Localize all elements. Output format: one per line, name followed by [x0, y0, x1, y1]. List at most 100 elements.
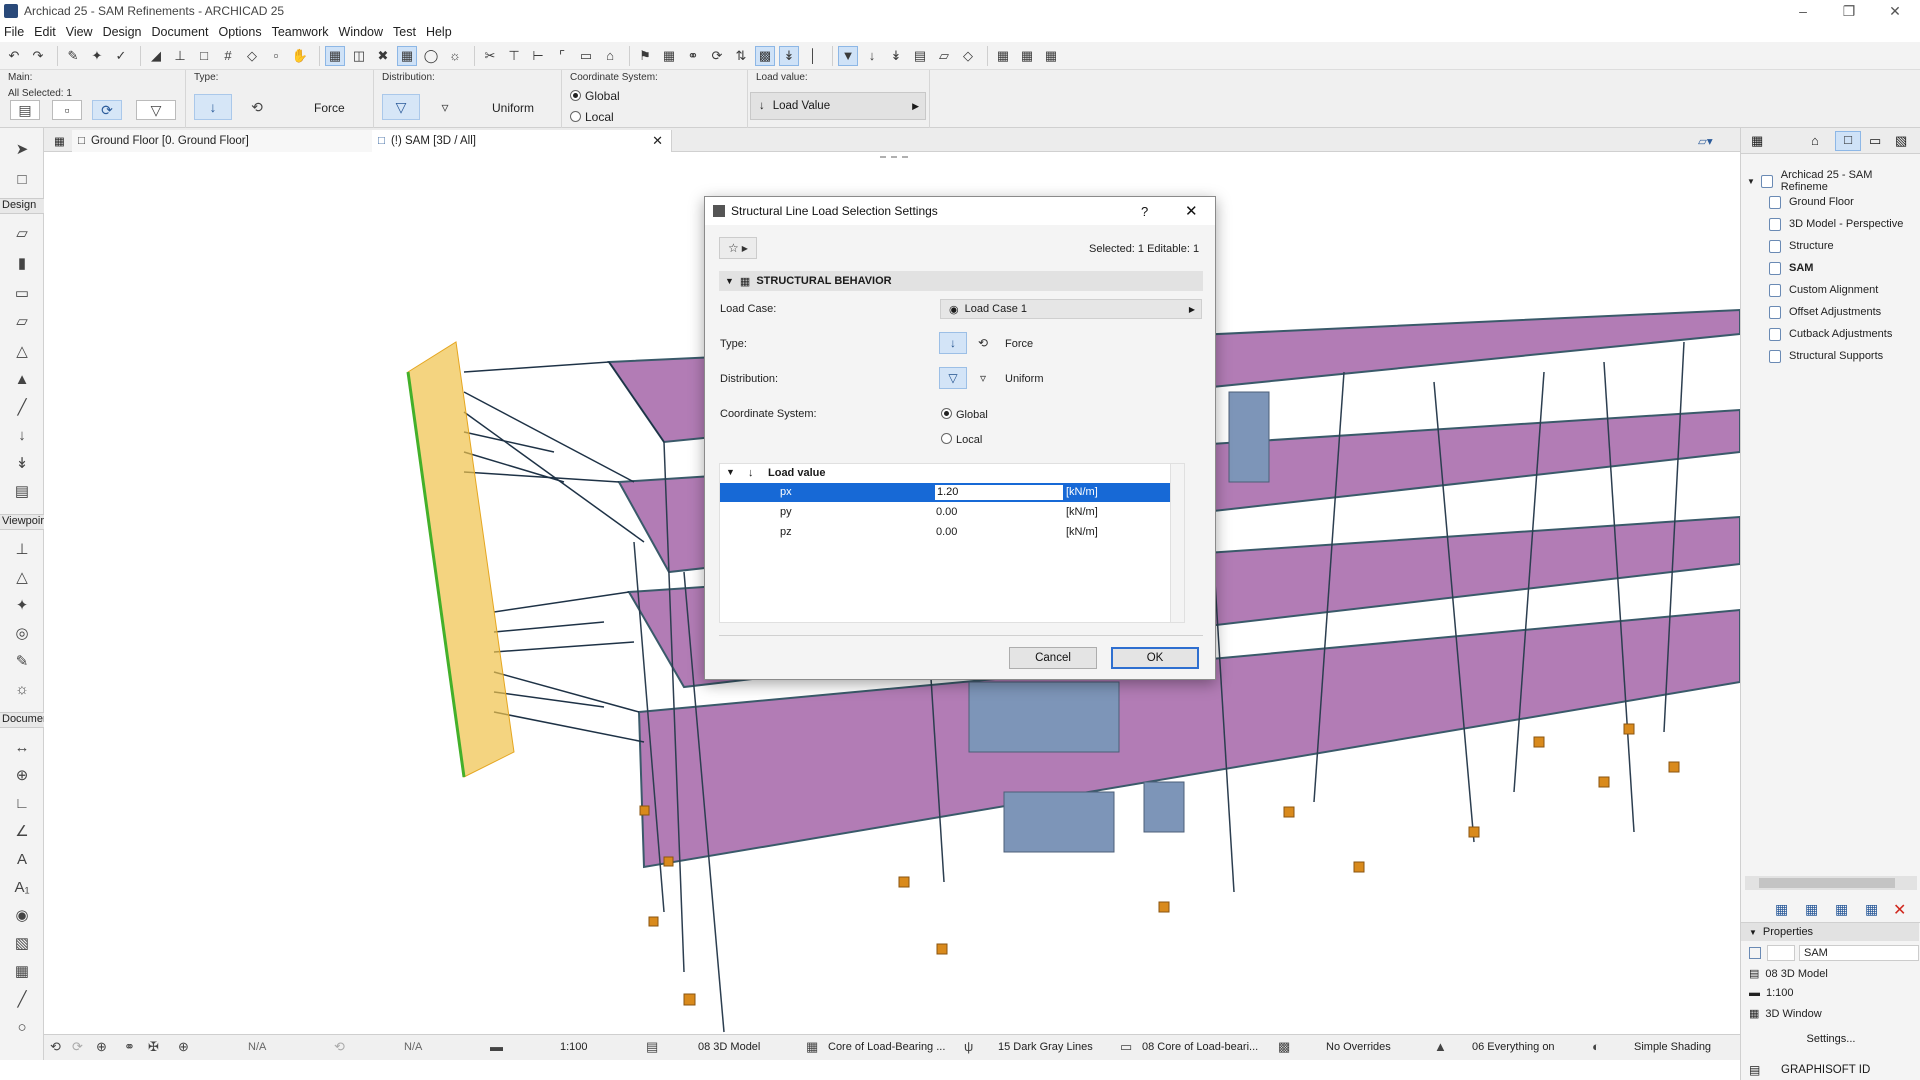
layer-selector-icon[interactable]: ▤	[10, 100, 40, 120]
layers-icon[interactable]: □	[194, 46, 214, 66]
menu-edit[interactable]: Edit	[34, 25, 56, 39]
rotate-view-icon[interactable]: ⟲	[50, 1039, 61, 1055]
angle-dimension-icon[interactable]: ∠	[10, 820, 34, 842]
roof-tool-icon[interactable]: △	[10, 340, 34, 362]
pick-up-icon[interactable]: ✎	[63, 46, 83, 66]
nav-item-sam[interactable]: SAM	[1769, 259, 1813, 277]
surface-load-tool-icon[interactable]: ▤	[10, 480, 34, 502]
view-name-field[interactable]: SAM	[1799, 945, 1919, 961]
marquee-icon[interactable]: ▫	[266, 46, 286, 66]
tab-sam-3d[interactable]: □ (!) SAM [3D / All] ✕	[372, 130, 672, 152]
graphic-overrides[interactable]: No Overrides	[1326, 1041, 1391, 1053]
project-map-icon[interactable]: ⌂	[1811, 133, 1819, 148]
dimension-tool-icon[interactable]: ↔	[10, 736, 34, 758]
flag-icon[interactable]: ⚑	[635, 46, 655, 66]
section-icon[interactable]: ◫	[349, 46, 369, 66]
layout-icon[interactable]: ▦	[1041, 46, 1061, 66]
hatch-tool-icon[interactable]: ▦	[10, 960, 34, 982]
support-icon[interactable]: ▼	[838, 45, 858, 66]
linear-distribution-icon[interactable]: ▿	[426, 94, 464, 120]
nav-item-3d-model[interactable]: 3D Model - Perspective	[1769, 215, 1903, 233]
nav-item-custom-alignment[interactable]: Custom Alignment	[1769, 281, 1878, 299]
adjust-icon[interactable]: ⊢	[528, 46, 548, 66]
structural-behavior-header[interactable]: ▼ ▦ STRUCTURAL BEHAVIOR	[719, 271, 1203, 291]
menu-teamwork[interactable]: Teamwork	[272, 25, 329, 39]
uniform-distribution-button[interactable]: ▽	[939, 367, 967, 389]
line-load-tool-icon[interactable]: ↡	[10, 452, 34, 474]
py-value[interactable]: 0.00	[936, 506, 957, 518]
pz-value[interactable]: 0.00	[936, 526, 957, 538]
table-row-py[interactable]: py 0.00 [kN/m]	[720, 503, 1184, 522]
navigator-root[interactable]: ▼ Archicad 25 - SAM Refineme	[1747, 169, 1920, 193]
trim-icon[interactable]: ✂	[480, 46, 500, 66]
link-icon[interactable]: ⚭	[683, 46, 703, 66]
cancel-button[interactable]: Cancel	[1009, 647, 1097, 669]
renovation-filter[interactable]: 06 Everything on	[1472, 1041, 1555, 1053]
line-draw-tool-icon[interactable]: ╱	[10, 988, 34, 1010]
navigator-options-icon[interactable]: ▦	[1751, 133, 1763, 149]
local-radio[interactable]: Local	[570, 110, 614, 124]
fillet-icon[interactable]: ⌜	[552, 46, 572, 66]
view-map-icon[interactable]: □	[1835, 131, 1861, 151]
layers-icon[interactable]: ▤	[646, 1039, 658, 1055]
table-scrollbar[interactable]	[1170, 464, 1184, 622]
properties-scale-row[interactable]: ▬ 1:100	[1749, 987, 1794, 999]
model-view-options[interactable]: 08 Core of Load-beari...	[1142, 1041, 1258, 1053]
ok-button[interactable]: OK	[1111, 647, 1199, 669]
elevation-icon[interactable]: ✖	[373, 46, 393, 66]
menu-window[interactable]: Window	[339, 25, 383, 39]
zoom-extents-icon[interactable]: ⊕	[178, 1039, 189, 1055]
help-icon[interactable]: ?	[1141, 204, 1148, 219]
interior-elevation-icon[interactable]: ✦	[10, 594, 34, 616]
tab-overview-icon[interactable]: ▦	[48, 130, 65, 152]
orbit-icon[interactable]: ⚭	[124, 1039, 135, 1055]
magic-wand-icon[interactable]: ✦	[87, 46, 107, 66]
beam-tool-icon[interactable]: ▭	[10, 282, 34, 304]
px-value-input[interactable]: 1.20	[934, 484, 1064, 501]
level-dimension-icon[interactable]: ⊕	[10, 764, 34, 786]
grid-snap-icon[interactable]: #	[218, 46, 238, 66]
bar-icon[interactable]: │	[803, 46, 823, 66]
force-type-button[interactable]: ↓	[939, 332, 967, 354]
global-radio[interactable]: Global	[941, 408, 988, 421]
load-case-select[interactable]: ◉ Load Case 1 ▶	[940, 299, 1202, 319]
scale-value[interactable]: 1:100	[560, 1041, 588, 1053]
moment-type-button[interactable]: ⟲	[971, 332, 995, 354]
redo-icon[interactable]: ↷	[28, 46, 48, 66]
worksheet-tool-icon[interactable]: ◎	[10, 622, 34, 644]
slab-tool-icon[interactable]: ▱	[10, 310, 34, 332]
analytic-surface-icon[interactable]: ▩	[755, 45, 775, 66]
column-tool-icon[interactable]: ▮	[10, 252, 34, 274]
structure-icon[interactable]: ▦	[659, 46, 679, 66]
line-load-icon[interactable]: ↡	[886, 46, 906, 66]
force-type-icon[interactable]: ↓	[194, 94, 232, 120]
overrides-icon[interactable]: ▩	[1278, 1039, 1290, 1055]
close-tab-icon[interactable]: ✕	[652, 133, 663, 149]
split-icon[interactable]: ⊤	[504, 46, 524, 66]
elevation-selector-icon[interactable]: ▫	[52, 100, 82, 120]
menu-file[interactable]: File	[4, 25, 24, 39]
settings-button[interactable]: Settings...	[1771, 1029, 1891, 1049]
zone-tool-icon[interactable]: ◉	[10, 904, 34, 926]
pen-selector-icon[interactable]: ⟳	[92, 100, 122, 120]
redefine-icon[interactable]: ▦	[1865, 901, 1878, 918]
camera-tool-icon[interactable]: ☼	[10, 678, 34, 700]
fill-tool-icon[interactable]: ▧	[10, 932, 34, 954]
menu-test[interactable]: Test	[393, 25, 416, 39]
scale-icon[interactable]: ▬	[490, 1039, 503, 1054]
shell-tool-icon[interactable]: ▲	[10, 368, 34, 390]
marquee-tool-icon[interactable]: □	[10, 168, 34, 190]
pen-set-icon[interactable]: ψ	[964, 1039, 973, 1054]
scrollbar-thumb[interactable]	[1759, 878, 1895, 888]
load-icon[interactable]: ↡	[779, 45, 799, 66]
hand-icon[interactable]: ✋	[290, 46, 310, 66]
section-tool-icon[interactable]: ⊥	[10, 538, 34, 560]
table-row-pz[interactable]: pz 0.00 [kN/m]	[720, 523, 1184, 542]
walk-icon[interactable]: ✠	[148, 1039, 159, 1055]
properties-layer-row[interactable]: ▤ 08 3D Model	[1749, 967, 1828, 981]
dialog-close-icon[interactable]: ✕	[1185, 202, 1198, 220]
undo-icon[interactable]: ↶	[4, 46, 24, 66]
arrow-tool-icon[interactable]: ➤	[10, 138, 34, 160]
table-row-px[interactable]: px 1.20 [kN/m]	[720, 483, 1184, 502]
node-icon[interactable]: ◇	[958, 46, 978, 66]
